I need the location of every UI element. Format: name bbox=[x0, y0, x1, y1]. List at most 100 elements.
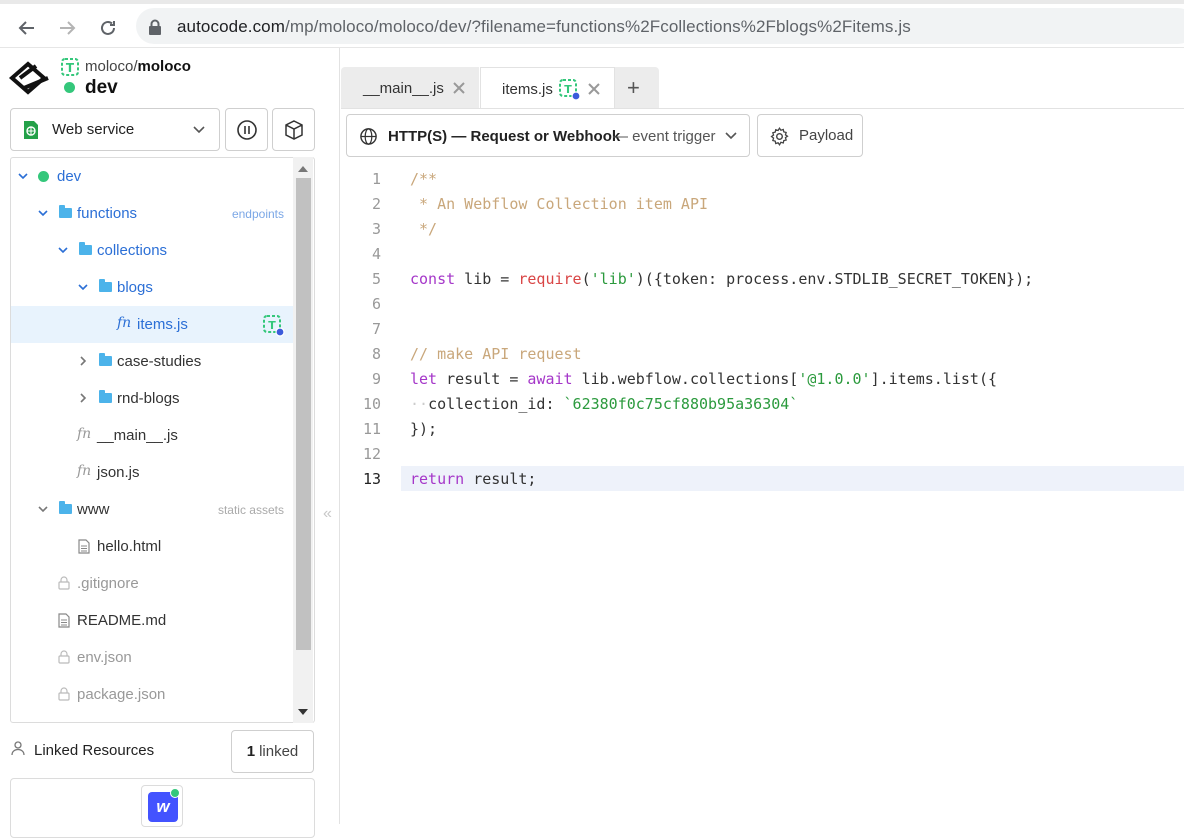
tree-item-label: hello.html bbox=[97, 538, 162, 555]
environment-name: dev bbox=[85, 77, 118, 98]
back-button[interactable] bbox=[13, 14, 41, 42]
linked-resources-button[interactable]: 1 linked bbox=[231, 730, 314, 773]
service-type-select[interactable]: Web service bbox=[10, 108, 220, 151]
tree-item-dev[interactable]: dev bbox=[11, 158, 294, 195]
chevron-down-icon bbox=[38, 506, 48, 513]
team-avatar-icon: T bbox=[61, 58, 79, 76]
tree-item-main-js[interactable]: fn __main__.js bbox=[11, 417, 294, 454]
tree-item-package-json[interactable]: package.json bbox=[11, 676, 294, 713]
tree-item-label: package.json bbox=[77, 686, 166, 703]
globe-icon bbox=[360, 128, 377, 145]
tree-item-env-json[interactable]: env.json bbox=[11, 639, 294, 676]
chevron-right-icon bbox=[80, 356, 87, 366]
svg-text:T: T bbox=[268, 319, 276, 332]
folder-icon bbox=[99, 390, 112, 403]
tree-item-label: rnd-blogs bbox=[117, 390, 180, 407]
scroll-up-icon[interactable] bbox=[297, 164, 309, 174]
tree-item-items-js[interactable]: fn items.js T bbox=[11, 306, 294, 343]
line-number: 4 bbox=[371, 245, 381, 263]
reload-button[interactable] bbox=[94, 14, 122, 42]
chevron-down-icon bbox=[58, 247, 68, 254]
chevron-down-icon bbox=[193, 126, 205, 134]
close-icon[interactable] bbox=[587, 82, 601, 96]
line-number: 13 bbox=[362, 470, 381, 488]
tree-item-label: www bbox=[77, 501, 110, 518]
pause-button[interactable] bbox=[225, 108, 268, 151]
line-number: 5 bbox=[371, 270, 381, 288]
user-icon bbox=[11, 741, 25, 756]
tree-item-rnd-blogs[interactable]: rnd-blogs bbox=[11, 380, 294, 417]
tree-item-case-studies[interactable]: case-studies bbox=[11, 343, 294, 380]
tree-item-gitignore[interactable]: .gitignore bbox=[11, 565, 294, 602]
tab-items-js[interactable]: items.js T bbox=[480, 67, 615, 109]
env-status-dot bbox=[38, 171, 49, 182]
tree-item-label: env.json bbox=[77, 649, 132, 666]
payload-label: Payload bbox=[799, 127, 854, 144]
trigger-sublabel: — event trigger bbox=[613, 128, 716, 145]
tree-item-blogs[interactable]: blogs bbox=[11, 269, 294, 306]
tree-scrollbar-thumb[interactable] bbox=[296, 178, 311, 650]
service-type-label: Web service bbox=[52, 121, 135, 138]
browser-toolbar: autocode.com/mp/moloco/moloco/dev/?filen… bbox=[0, 0, 1184, 48]
tree-item-collections[interactable]: collections bbox=[11, 232, 294, 269]
package-icon bbox=[284, 119, 303, 140]
chevron-right-icon bbox=[80, 393, 87, 403]
tree-item-www[interactable]: www static assets bbox=[11, 491, 294, 528]
pause-icon bbox=[236, 119, 257, 140]
function-icon: fn bbox=[117, 315, 132, 331]
payload-button[interactable]: Payload bbox=[757, 114, 863, 157]
lock-icon bbox=[58, 576, 70, 590]
webflow-resource[interactable]: w bbox=[141, 785, 183, 827]
tree-item-readme[interactable]: README.md bbox=[11, 602, 294, 639]
arrow-right-icon bbox=[60, 21, 76, 35]
new-tab-button[interactable]: + bbox=[615, 67, 659, 109]
code-line: return result; bbox=[410, 470, 537, 488]
tab-main-js[interactable]: __main__.js bbox=[341, 67, 479, 109]
lock-icon bbox=[149, 19, 161, 35]
chevron-down-icon bbox=[18, 173, 28, 180]
line-number: 10 bbox=[362, 395, 381, 413]
tree-item-label: __main__.js bbox=[97, 427, 178, 444]
tree-item-label: items.js bbox=[137, 316, 188, 333]
close-icon[interactable] bbox=[452, 81, 466, 95]
chevron-down-icon bbox=[38, 210, 48, 217]
tree-item-label: json.js bbox=[97, 464, 140, 481]
url-path: /mp/moloco/moloco/dev/?filename=function… bbox=[285, 17, 911, 36]
line-number: 2 bbox=[371, 195, 381, 213]
team-avatar-icon: T bbox=[263, 315, 285, 337]
linked-resources-label: Linked Resources bbox=[34, 742, 155, 759]
folder-icon bbox=[79, 242, 92, 255]
code-line: // make API request bbox=[410, 345, 582, 363]
tree-item-hello-html[interactable]: hello.html bbox=[11, 528, 294, 565]
svg-text:T: T bbox=[66, 61, 75, 75]
tree-item-json-js[interactable]: fn json.js bbox=[11, 454, 294, 491]
web-service-icon bbox=[24, 121, 38, 139]
function-icon: fn bbox=[77, 463, 92, 479]
folder-icon bbox=[99, 353, 112, 366]
tree-item-label: case-studies bbox=[117, 353, 202, 370]
collapse-sidebar-icon[interactable]: « bbox=[323, 505, 332, 523]
tree-item-label: README.md bbox=[77, 612, 167, 629]
tree-item-label: .gitignore bbox=[77, 575, 139, 592]
package-button[interactable] bbox=[272, 108, 315, 151]
tree-item-functions[interactable]: functions endpoints bbox=[11, 195, 294, 232]
folder-icon bbox=[59, 205, 72, 218]
lock-icon bbox=[58, 650, 70, 664]
code-line: const lib = require('lib')({token: proce… bbox=[410, 270, 1034, 288]
line-number: 7 bbox=[371, 320, 381, 338]
arrow-left-icon bbox=[18, 21, 34, 35]
line-number: 9 bbox=[371, 370, 381, 388]
file-tree: dev functions endpoints collections blog… bbox=[10, 157, 315, 723]
forward-button[interactable] bbox=[53, 14, 81, 42]
project-name: moloco bbox=[137, 58, 191, 75]
project-owner: moloco/ bbox=[85, 58, 138, 75]
project-path[interactable]: moloco/moloco bbox=[85, 58, 191, 75]
tree-item-tag: static assets bbox=[217, 503, 284, 517]
scroll-down-icon[interactable] bbox=[297, 707, 309, 717]
trigger-select[interactable]: HTTP(S) — Request or Webhook — event tri… bbox=[346, 114, 750, 157]
gear-icon bbox=[770, 126, 789, 147]
tree-item-tag: endpoints bbox=[231, 207, 284, 221]
line-number: 12 bbox=[362, 445, 381, 463]
reload-icon bbox=[101, 20, 115, 35]
line-number: 1 bbox=[371, 170, 381, 188]
